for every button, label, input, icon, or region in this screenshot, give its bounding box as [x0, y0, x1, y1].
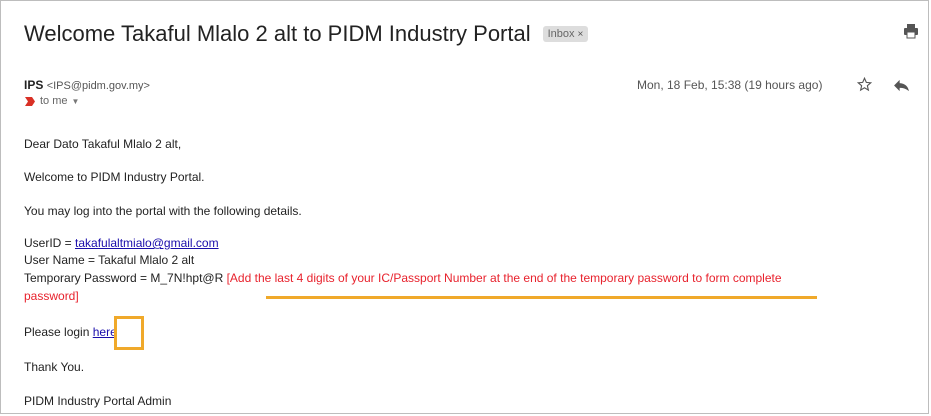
userid-label: UserID = [24, 236, 76, 250]
userid-line: UserID = takafulaltmialo@gmail.com [24, 236, 219, 250]
thanks-text: Thank You. [24, 360, 85, 374]
username-line: User Name = Takaful Mlalo 2 alt [24, 253, 195, 267]
login-prefix: Please login [24, 325, 93, 339]
inbox-chip-label: Inbox [547, 28, 575, 40]
subject-row: Welcome Takaful Mlalo 2 alt to PIDM Indu… [24, 18, 931, 50]
email-date: Mon, 18 Feb, 15:38 (19 hours ago) [637, 78, 823, 92]
label-important-icon [25, 96, 35, 106]
greeting-text: Dear Dato Takaful Mlalo 2 alt, [24, 137, 182, 151]
highlight-box [114, 316, 144, 350]
star-icon[interactable] [857, 77, 872, 92]
inbox-label-chip[interactable]: Inbox × [542, 26, 589, 42]
userid-email-link[interactable]: takafulaltmialo@gmail.com [75, 236, 219, 250]
reply-icon[interactable] [893, 79, 910, 92]
welcome-text: Welcome to PIDM Industry Portal. [24, 170, 205, 184]
instructions-text: You may log into the portal with the fol… [24, 204, 302, 218]
sender-name[interactable]: IPS [24, 78, 43, 92]
close-icon[interactable]: × [578, 29, 584, 40]
temp-password-note: [Add the last 4 digits of your IC/Passpo… [226, 271, 782, 285]
to-label: to me [40, 95, 68, 107]
sender-row: IPS <IPS@pidm.gov.my> [24, 78, 150, 92]
temp-password-line: Temporary Password = M_7N!hpt@R [Add the… [24, 271, 782, 285]
chevron-down-icon[interactable]: ▼ [72, 97, 80, 106]
signature-text: PIDM Industry Portal Admin [24, 394, 172, 408]
temp-password-label: Temporary Password = M_7N!hpt@R [24, 271, 227, 285]
login-line: Please login here [24, 325, 117, 339]
sender-email: <IPS@pidm.gov.my> [46, 80, 150, 92]
print-icon[interactable] [903, 23, 919, 39]
recipient-row[interactable]: to me ▼ [24, 95, 79, 107]
temp-password-note-cont: password] [24, 289, 79, 303]
email-subject: Welcome Takaful Mlalo 2 alt to PIDM Indu… [24, 21, 531, 46]
highlight-underline [266, 296, 817, 299]
